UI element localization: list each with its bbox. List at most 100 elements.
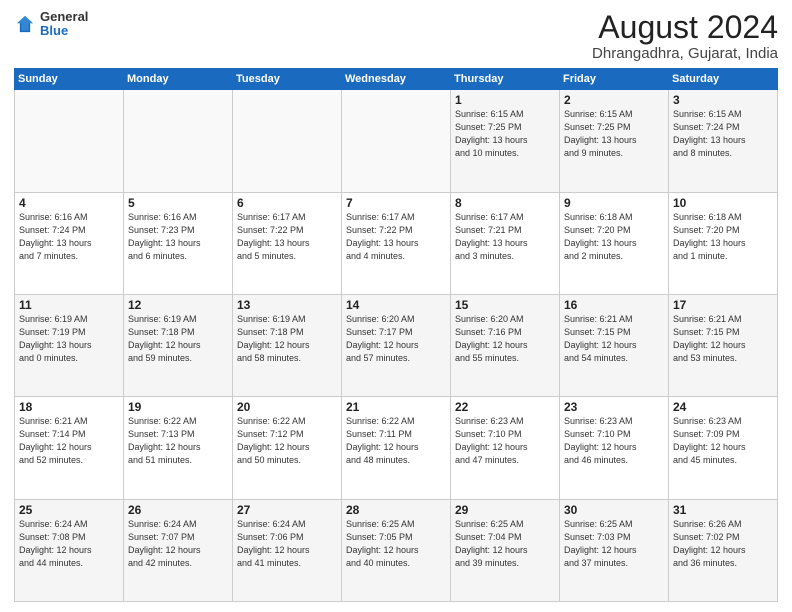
day-info: Sunrise: 6:20 AM Sunset: 7:17 PM Dayligh… [346,313,446,365]
day-number: 21 [346,400,446,414]
day-cell: 6Sunrise: 6:17 AM Sunset: 7:22 PM Daylig… [233,192,342,294]
day-number: 4 [19,196,119,210]
calendar-body: 1Sunrise: 6:15 AM Sunset: 7:25 PM Daylig… [15,90,778,602]
column-header-tuesday: Tuesday [233,69,342,90]
day-number: 31 [673,503,773,517]
week-row-4: 18Sunrise: 6:21 AM Sunset: 7:14 PM Dayli… [15,397,778,499]
day-number: 24 [673,400,773,414]
day-cell: 21Sunrise: 6:22 AM Sunset: 7:11 PM Dayli… [342,397,451,499]
day-number: 8 [455,196,555,210]
day-info: Sunrise: 6:16 AM Sunset: 7:24 PM Dayligh… [19,211,119,263]
day-number: 2 [564,93,664,107]
day-number: 7 [346,196,446,210]
calendar-title: August 2024 [592,10,778,45]
day-info: Sunrise: 6:15 AM Sunset: 7:25 PM Dayligh… [455,108,555,160]
day-cell: 10Sunrise: 6:18 AM Sunset: 7:20 PM Dayli… [669,192,778,294]
day-number: 26 [128,503,228,517]
day-number: 9 [564,196,664,210]
day-cell: 16Sunrise: 6:21 AM Sunset: 7:15 PM Dayli… [560,294,669,396]
day-info: Sunrise: 6:23 AM Sunset: 7:10 PM Dayligh… [455,415,555,467]
day-number: 14 [346,298,446,312]
header: General Blue August 2024 Dhrangadhra, Gu… [14,10,778,62]
day-info: Sunrise: 6:22 AM Sunset: 7:12 PM Dayligh… [237,415,337,467]
day-cell: 2Sunrise: 6:15 AM Sunset: 7:25 PM Daylig… [560,90,669,192]
logo-general-text: General [40,10,88,24]
day-info: Sunrise: 6:21 AM Sunset: 7:15 PM Dayligh… [564,313,664,365]
header-row: SundayMondayTuesdayWednesdayThursdayFrid… [15,69,778,90]
day-cell [233,90,342,192]
day-info: Sunrise: 6:15 AM Sunset: 7:25 PM Dayligh… [564,108,664,160]
day-number: 28 [346,503,446,517]
page: General Blue August 2024 Dhrangadhra, Gu… [0,0,792,612]
day-number: 30 [564,503,664,517]
day-info: Sunrise: 6:22 AM Sunset: 7:11 PM Dayligh… [346,415,446,467]
day-number: 19 [128,400,228,414]
logo-icon [14,13,36,35]
day-cell: 3Sunrise: 6:15 AM Sunset: 7:24 PM Daylig… [669,90,778,192]
logo-blue-text: Blue [40,24,88,38]
day-cell: 28Sunrise: 6:25 AM Sunset: 7:05 PM Dayli… [342,499,451,601]
week-row-5: 25Sunrise: 6:24 AM Sunset: 7:08 PM Dayli… [15,499,778,601]
day-cell: 15Sunrise: 6:20 AM Sunset: 7:16 PM Dayli… [451,294,560,396]
day-cell: 18Sunrise: 6:21 AM Sunset: 7:14 PM Dayli… [15,397,124,499]
day-number: 15 [455,298,555,312]
day-info: Sunrise: 6:23 AM Sunset: 7:09 PM Dayligh… [673,415,773,467]
day-info: Sunrise: 6:19 AM Sunset: 7:18 PM Dayligh… [237,313,337,365]
day-number: 13 [237,298,337,312]
day-cell: 5Sunrise: 6:16 AM Sunset: 7:23 PM Daylig… [124,192,233,294]
calendar-subtitle: Dhrangadhra, Gujarat, India [592,45,778,62]
day-number: 10 [673,196,773,210]
day-info: Sunrise: 6:25 AM Sunset: 7:03 PM Dayligh… [564,518,664,570]
day-number: 27 [237,503,337,517]
day-number: 12 [128,298,228,312]
day-number: 5 [128,196,228,210]
day-cell: 26Sunrise: 6:24 AM Sunset: 7:07 PM Dayli… [124,499,233,601]
day-cell: 7Sunrise: 6:17 AM Sunset: 7:22 PM Daylig… [342,192,451,294]
day-cell: 23Sunrise: 6:23 AM Sunset: 7:10 PM Dayli… [560,397,669,499]
week-row-1: 1Sunrise: 6:15 AM Sunset: 7:25 PM Daylig… [15,90,778,192]
day-info: Sunrise: 6:22 AM Sunset: 7:13 PM Dayligh… [128,415,228,467]
logo: General Blue [14,10,88,39]
day-info: Sunrise: 6:25 AM Sunset: 7:04 PM Dayligh… [455,518,555,570]
day-cell: 19Sunrise: 6:22 AM Sunset: 7:13 PM Dayli… [124,397,233,499]
day-info: Sunrise: 6:19 AM Sunset: 7:19 PM Dayligh… [19,313,119,365]
day-number: 11 [19,298,119,312]
day-info: Sunrise: 6:24 AM Sunset: 7:08 PM Dayligh… [19,518,119,570]
day-info: Sunrise: 6:19 AM Sunset: 7:18 PM Dayligh… [128,313,228,365]
week-row-2: 4Sunrise: 6:16 AM Sunset: 7:24 PM Daylig… [15,192,778,294]
day-number: 25 [19,503,119,517]
day-number: 29 [455,503,555,517]
day-cell: 17Sunrise: 6:21 AM Sunset: 7:15 PM Dayli… [669,294,778,396]
day-number: 18 [19,400,119,414]
day-info: Sunrise: 6:16 AM Sunset: 7:23 PM Dayligh… [128,211,228,263]
column-header-sunday: Sunday [15,69,124,90]
day-cell: 8Sunrise: 6:17 AM Sunset: 7:21 PM Daylig… [451,192,560,294]
week-row-3: 11Sunrise: 6:19 AM Sunset: 7:19 PM Dayli… [15,294,778,396]
column-header-friday: Friday [560,69,669,90]
day-info: Sunrise: 6:25 AM Sunset: 7:05 PM Dayligh… [346,518,446,570]
day-info: Sunrise: 6:21 AM Sunset: 7:14 PM Dayligh… [19,415,119,467]
day-cell: 27Sunrise: 6:24 AM Sunset: 7:06 PM Dayli… [233,499,342,601]
day-number: 17 [673,298,773,312]
day-info: Sunrise: 6:17 AM Sunset: 7:21 PM Dayligh… [455,211,555,263]
day-cell: 12Sunrise: 6:19 AM Sunset: 7:18 PM Dayli… [124,294,233,396]
day-info: Sunrise: 6:17 AM Sunset: 7:22 PM Dayligh… [346,211,446,263]
day-number: 22 [455,400,555,414]
day-number: 1 [455,93,555,107]
day-cell: 4Sunrise: 6:16 AM Sunset: 7:24 PM Daylig… [15,192,124,294]
day-info: Sunrise: 6:18 AM Sunset: 7:20 PM Dayligh… [564,211,664,263]
column-header-wednesday: Wednesday [342,69,451,90]
day-cell: 25Sunrise: 6:24 AM Sunset: 7:08 PM Dayli… [15,499,124,601]
day-cell: 24Sunrise: 6:23 AM Sunset: 7:09 PM Dayli… [669,397,778,499]
day-number: 16 [564,298,664,312]
day-cell [342,90,451,192]
calendar-header: SundayMondayTuesdayWednesdayThursdayFrid… [15,69,778,90]
day-cell: 31Sunrise: 6:26 AM Sunset: 7:02 PM Dayli… [669,499,778,601]
day-cell: 22Sunrise: 6:23 AM Sunset: 7:10 PM Dayli… [451,397,560,499]
day-info: Sunrise: 6:21 AM Sunset: 7:15 PM Dayligh… [673,313,773,365]
column-header-saturday: Saturday [669,69,778,90]
day-cell: 30Sunrise: 6:25 AM Sunset: 7:03 PM Dayli… [560,499,669,601]
day-cell: 20Sunrise: 6:22 AM Sunset: 7:12 PM Dayli… [233,397,342,499]
column-header-monday: Monday [124,69,233,90]
day-cell [124,90,233,192]
